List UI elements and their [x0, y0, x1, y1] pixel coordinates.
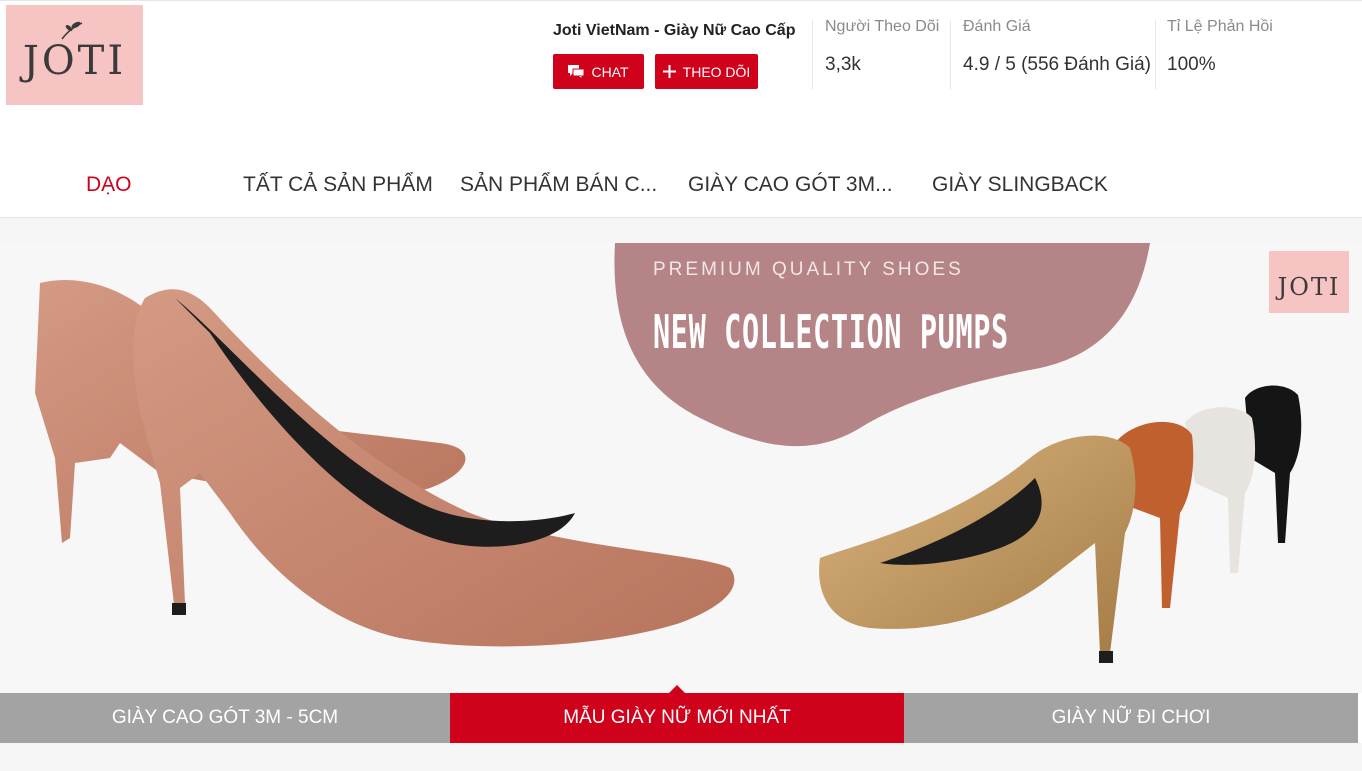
stat-value: 4.9 / 5 (556 Đánh Giá) [963, 54, 1151, 75]
stat-label: Người Theo Dõi [825, 18, 940, 35]
tab-heels-3-5cm[interactable]: GIÀY CAO GÓT 3M - 5CM [0, 693, 450, 743]
tab-casual-shoes[interactable]: GIÀY NỮ ĐI CHƠI [904, 693, 1358, 743]
chat-button[interactable]: CHAT [553, 54, 644, 89]
shoe-beige [819, 435, 1136, 663]
nav-item-all-products[interactable]: TẤT CẢ SẢN PHẨM [243, 173, 433, 197]
nav-item-heels-3m[interactable]: GIÀY CAO GÓT 3M... [688, 173, 893, 197]
follow-button-label: THEO DÕI [682, 63, 751, 80]
shop-logo-text: JOTI [22, 38, 127, 84]
plus-icon [662, 65, 676, 78]
shop-logo[interactable]: JOTI [6, 5, 143, 105]
stat-rating[interactable]: Đánh Giá 4.9 / 5 (556 Đánh Giá) [963, 18, 1151, 90]
chat-button-label: CHAT [591, 63, 629, 80]
nav-item-best-sellers[interactable]: SẢN PHẨM BÁN C... [460, 173, 657, 197]
shoe-white [1185, 407, 1256, 573]
shop-nav: DẠO TẤT CẢ SẢN PHẨM SẢN PHẨM BÁN C... GI… [0, 155, 1362, 218]
banner-logo: JOTI [1269, 251, 1349, 313]
shop-name: Joti VietNam - Giày Nữ Cao Cấp [553, 22, 796, 39]
stat-followers: Người Theo Dõi 3,3k [825, 18, 939, 90]
promo-banner[interactable]: PREMIUM QUALITY SHOES NEW COLLECTION PUM… [0, 243, 1362, 693]
banner-title: NEW COLLECTION PUMPS [653, 305, 1009, 359]
follow-button[interactable]: THEO DÕI [655, 54, 758, 89]
active-tab-caret [669, 685, 685, 693]
stat-value: 100% [1167, 54, 1216, 75]
stat-divider [950, 20, 951, 90]
banner-logo-text: JOTI [1277, 273, 1341, 301]
tab-newest-shoes[interactable]: MẪU GIÀY NỮ MỚI NHẤT [450, 693, 904, 743]
stat-value: 3,3k [825, 54, 861, 75]
nav-item-slingback[interactable]: GIÀY SLINGBACK [932, 173, 1108, 197]
chat-icon [568, 64, 585, 78]
section-spacer [0, 743, 1362, 771]
stat-divider [812, 20, 813, 90]
section-spacer [0, 218, 1362, 243]
stat-label: Tỉ Lệ Phản Hồi [1167, 18, 1273, 35]
nav-item-browse[interactable]: DẠO [86, 173, 132, 197]
banner-subtitle: PREMIUM QUALITY SHOES [653, 259, 964, 280]
stat-divider [1155, 20, 1156, 90]
top-border [0, 0, 1362, 1]
stat-response-rate: Tỉ Lệ Phản Hồi 100% [1167, 18, 1273, 90]
category-tabs: GIÀY CAO GÓT 3M - 5CM MẪU GIÀY NỮ MỚI NH… [0, 685, 1362, 743]
stat-label: Đánh Giá [963, 18, 1031, 35]
